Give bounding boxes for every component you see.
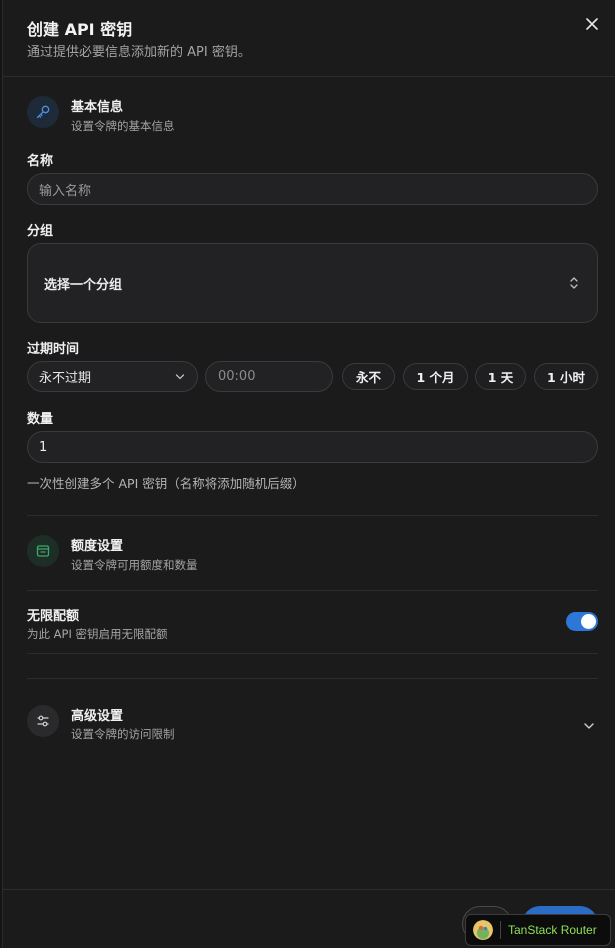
footer-divider xyxy=(3,889,615,890)
advanced-title: 高级设置 xyxy=(71,709,124,724)
section-divider xyxy=(27,590,598,591)
expiry-select[interactable]: 永不过期 xyxy=(27,361,198,392)
unlimited-toggle[interactable] xyxy=(566,612,598,631)
quantity-value: 1 xyxy=(39,439,48,455)
expiry-label: 过期时间 xyxy=(27,342,80,357)
basic-info-description: 设置令牌的基本信息 xyxy=(71,119,175,133)
advanced-description: 设置令牌的访问限制 xyxy=(71,727,175,741)
chevron-up-down-icon xyxy=(570,277,578,289)
quantity-hint: 一次性创建多个 API 密钥（名称将添加随机后缀） xyxy=(27,476,305,491)
chevron-down-icon xyxy=(175,374,185,380)
close-button[interactable] xyxy=(581,13,603,35)
preset-1-day-button[interactable]: 1 天 xyxy=(475,363,526,390)
preset-1-month-button[interactable]: 1 个月 xyxy=(403,363,468,390)
key-icon xyxy=(27,96,59,128)
tanstack-logo-icon xyxy=(473,920,493,940)
quantity-input[interactable]: 1 xyxy=(27,431,598,463)
close-icon xyxy=(586,18,598,30)
group-label: 分组 xyxy=(27,224,54,239)
preset-1-hour-button[interactable]: 1 小时 xyxy=(534,363,598,390)
header-divider xyxy=(3,76,615,77)
advanced-expand-toggle[interactable] xyxy=(583,716,599,730)
expiry-select-value: 永不过期 xyxy=(39,371,92,386)
basic-info-title: 基本信息 xyxy=(71,100,124,115)
quota-description: 设置令牌可用额度和数量 xyxy=(71,558,198,572)
preset-never-button[interactable]: 永不 xyxy=(342,363,395,390)
devtools-separator xyxy=(500,921,501,939)
quantity-label: 数量 xyxy=(27,412,54,427)
dialog-title: 创建 API 密钥 xyxy=(27,20,133,39)
expiry-time-input[interactable]: 00:00 xyxy=(205,361,333,392)
group-select[interactable]: 选择一个分组 xyxy=(27,243,598,323)
expiry-time-placeholder: 00:00 xyxy=(218,369,256,384)
section-divider xyxy=(27,515,598,516)
name-placeholder: 输入名称 xyxy=(39,183,92,199)
section-divider xyxy=(27,678,598,679)
wallet-icon xyxy=(27,535,59,567)
dialog-description: 通过提供必要信息添加新的 API 密钥。 xyxy=(27,45,251,60)
devtools-label: TanStack Router xyxy=(508,923,597,937)
create-api-key-dialog: 创建 API 密钥 通过提供必要信息添加新的 API 密钥。 基本信息 设置令牌… xyxy=(2,0,615,948)
name-input[interactable]: 输入名称 xyxy=(27,173,598,205)
name-label: 名称 xyxy=(27,154,54,169)
sliders-icon xyxy=(27,705,59,737)
section-divider xyxy=(27,653,598,654)
chevron-down-icon xyxy=(584,723,594,729)
unlimited-label: 无限配额 xyxy=(27,609,80,624)
unlimited-description: 为此 API 密钥启用无限配额 xyxy=(27,627,168,641)
tanstack-router-devtools-button[interactable]: TanStack Router xyxy=(465,914,611,946)
group-select-value: 选择一个分组 xyxy=(44,277,123,293)
quota-title: 额度设置 xyxy=(71,539,124,554)
toggle-knob xyxy=(581,614,596,629)
